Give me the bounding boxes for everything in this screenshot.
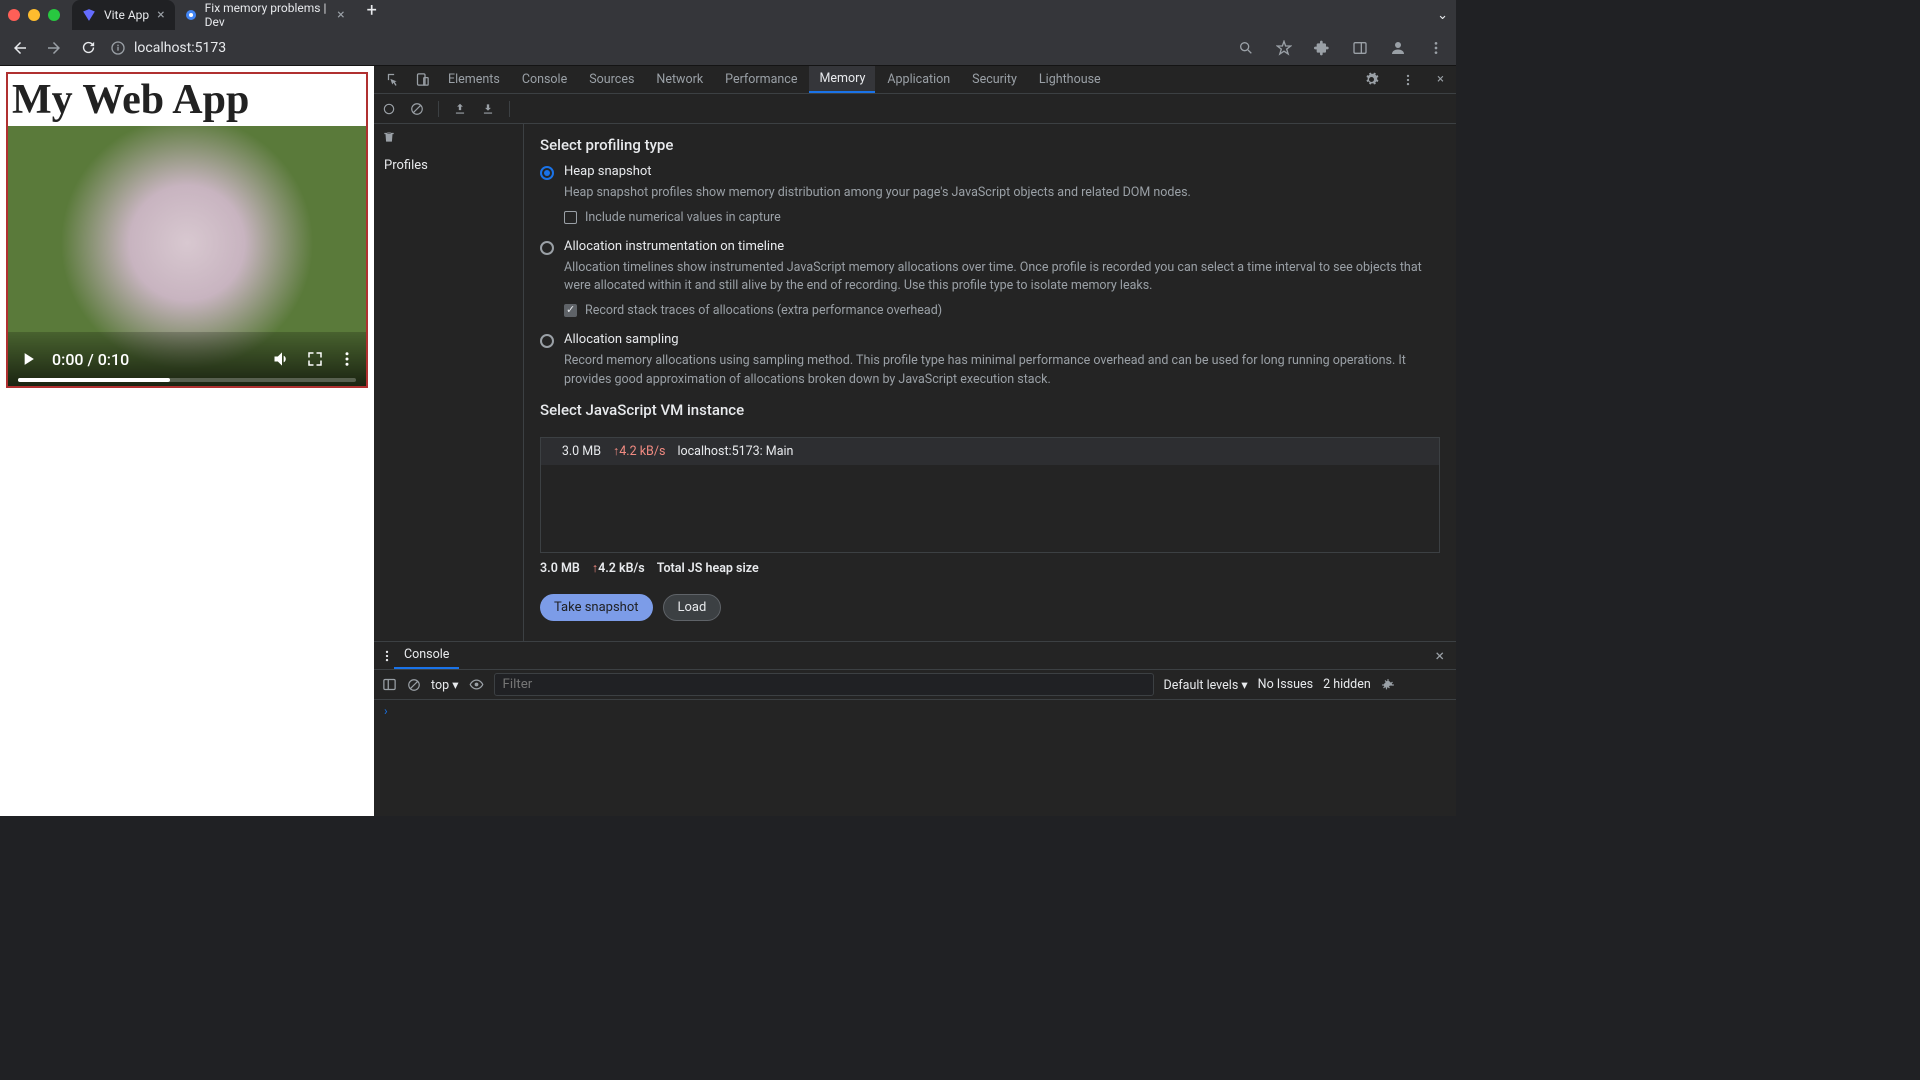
bookmark-icon[interactable] (1272, 36, 1296, 60)
log-levels-selector[interactable]: Default levels ▾ (1164, 677, 1248, 693)
play-icon[interactable] (18, 349, 38, 369)
tab-vite-app[interactable]: Vite App × (72, 0, 175, 30)
console-prompt[interactable]: › (374, 700, 1456, 722)
tab-network[interactable]: Network (646, 66, 713, 93)
volume-icon[interactable] (272, 349, 292, 369)
address-bar[interactable]: localhost:5173 (110, 40, 226, 56)
devtools-tabs: Elements Console Sources Network Perform… (374, 66, 1456, 94)
tab-performance[interactable]: Performance (715, 66, 807, 93)
tab-security[interactable]: Security (962, 66, 1027, 93)
vm-instance-title: Select JavaScript VM instance (540, 401, 1440, 419)
video-progress[interactable] (18, 378, 356, 382)
tab-console[interactable]: Console (512, 66, 577, 93)
page-heading: My Web App (8, 74, 366, 126)
take-snapshot-button[interactable]: Take snapshot (540, 594, 653, 621)
radio-icon[interactable] (540, 334, 554, 348)
tab-sources[interactable]: Sources (579, 66, 644, 93)
vm-footer: 3.0 MB ↑4.2 kB/s Total JS heap size (524, 553, 1456, 584)
tab-search-icon[interactable]: ⌄ (1437, 8, 1448, 23)
new-tab-button[interactable]: + (355, 0, 389, 30)
option-allocation-timeline[interactable]: Allocation instrumentation on timeline (540, 239, 1440, 255)
back-button[interactable] (8, 36, 32, 60)
drawer-more-icon[interactable] (380, 649, 394, 663)
drawer-close-icon[interactable]: × (1429, 646, 1450, 665)
profiles-header: Profiles (374, 150, 523, 181)
minimize-window-button[interactable] (28, 9, 40, 21)
fullscreen-icon[interactable] (306, 350, 324, 368)
memory-toolbar (374, 94, 1456, 124)
console-settings-icon[interactable] (1381, 678, 1395, 692)
console-clear-icon[interactable] (407, 678, 421, 692)
devtools-panel: Elements Console Sources Network Perform… (374, 66, 1456, 816)
memory-sidebar: Profiles (374, 124, 524, 641)
page-viewport: My Web App 0:00 / 0:10 (0, 66, 374, 816)
option-heap-snapshot[interactable]: Heap snapshot (540, 164, 1440, 180)
maximize-window-button[interactable] (48, 9, 60, 21)
inspect-element-icon[interactable] (380, 72, 407, 87)
zoom-icon[interactable] (1234, 36, 1258, 60)
drawer-tab-console[interactable]: Console (394, 642, 459, 669)
video-more-icon[interactable] (338, 350, 356, 368)
tab-application[interactable]: Application (877, 66, 960, 93)
radio-icon[interactable] (540, 166, 554, 180)
tab-fix-memory[interactable]: Fix memory problems | Dev × (175, 0, 355, 30)
vite-favicon-icon (82, 8, 96, 22)
timeline-checkbox-row[interactable]: Record stack traces of allocations (extr… (564, 303, 1440, 318)
close-window-button[interactable] (8, 9, 20, 21)
heap-desc: Heap snapshot profiles show memory distr… (564, 184, 1440, 202)
settings-icon[interactable] (1358, 72, 1385, 87)
tabs: Vite App × Fix memory problems | Dev × + (72, 0, 389, 30)
console-drawer: Console × top ▾ Default levels ▾ No Issu… (374, 641, 1456, 816)
no-issues-label[interactable]: No Issues (1258, 677, 1313, 692)
heap-checkbox-row[interactable]: Include numerical values in capture (564, 210, 1440, 225)
checkbox-icon[interactable] (564, 211, 577, 224)
tab-memory[interactable]: Memory (809, 66, 875, 93)
timeline-desc: Allocation timelines show instrumented J… (564, 259, 1440, 295)
site-info-icon[interactable] (110, 40, 126, 56)
browser-tab-strip: Vite App × Fix memory problems | Dev × +… (0, 0, 1456, 30)
close-tab-icon[interactable]: × (337, 7, 344, 23)
console-sidebar-icon[interactable] (382, 677, 397, 692)
option-allocation-sampling[interactable]: Allocation sampling (540, 332, 1440, 348)
extensions-icon[interactable] (1310, 36, 1334, 60)
device-toggle-icon[interactable] (409, 72, 436, 87)
collect-garbage-icon[interactable] (382, 130, 515, 144)
load-button[interactable]: Load (663, 594, 722, 621)
close-tab-icon[interactable]: × (157, 7, 164, 23)
vm-instance-list: 3.0 MB ↑4.2 kB/s localhost:5173: Main (540, 437, 1440, 553)
record-icon[interactable] (382, 102, 396, 116)
profiling-type-title: Select profiling type (540, 136, 1440, 154)
upload-icon[interactable] (453, 102, 467, 116)
video-time: 0:00 / 0:10 (52, 350, 129, 369)
radio-icon[interactable] (540, 241, 554, 255)
context-selector[interactable]: top ▾ (431, 677, 459, 693)
forward-button[interactable] (42, 36, 66, 60)
vm-instance-row[interactable]: 3.0 MB ↑4.2 kB/s localhost:5173: Main (541, 438, 1439, 465)
video-player[interactable]: 0:00 / 0:10 (8, 126, 366, 386)
tab-title: Fix memory problems | Dev (205, 1, 329, 29)
url-text: localhost:5173 (134, 40, 226, 56)
chrome-favicon-icon (185, 8, 197, 22)
browser-toolbar: localhost:5173 (0, 30, 1456, 66)
console-filter-input[interactable] (494, 673, 1154, 696)
reload-button[interactable] (76, 36, 100, 60)
devtools-more-icon[interactable] (1395, 73, 1421, 87)
sampling-desc: Record memory allocations using sampling… (564, 352, 1440, 388)
window-controls (8, 9, 60, 21)
live-expression-icon[interactable] (469, 677, 484, 692)
tab-elements[interactable]: Elements (438, 66, 510, 93)
devtools-close-icon[interactable]: × (1431, 72, 1450, 87)
side-panel-icon[interactable] (1348, 36, 1372, 60)
tab-title: Vite App (104, 8, 149, 22)
tab-lighthouse[interactable]: Lighthouse (1029, 66, 1111, 93)
hidden-count[interactable]: 2 hidden (1323, 677, 1371, 692)
download-icon[interactable] (481, 102, 495, 116)
menu-icon[interactable] (1424, 36, 1448, 60)
profile-icon[interactable] (1386, 36, 1410, 60)
checkbox-icon[interactable] (564, 304, 577, 317)
clear-icon[interactable] (410, 102, 424, 116)
